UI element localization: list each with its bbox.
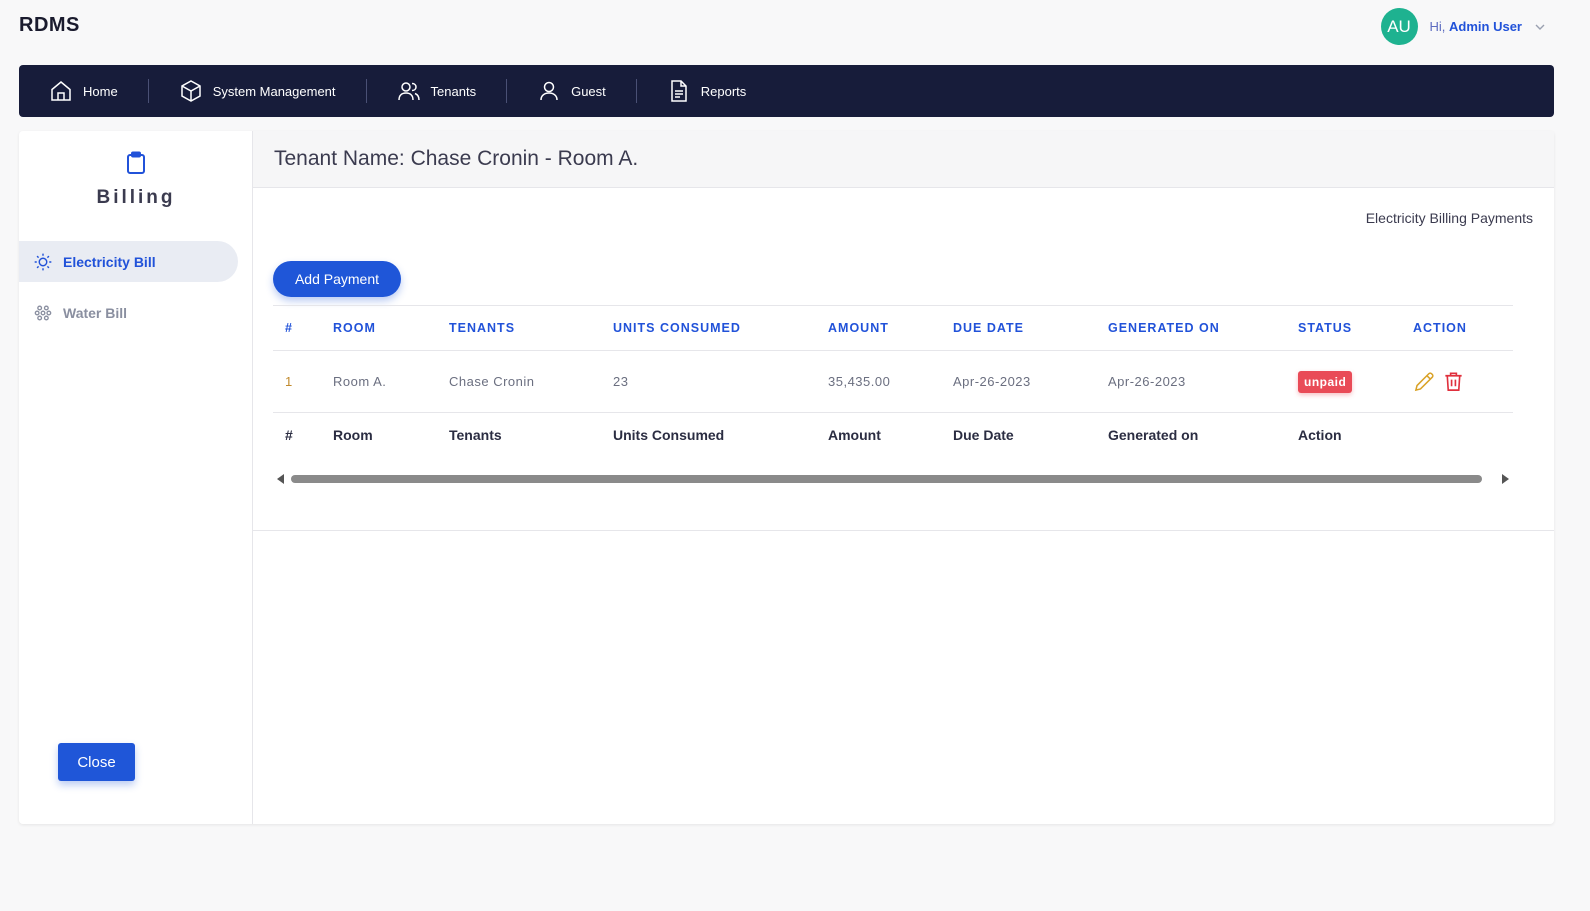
nav-divider bbox=[147, 79, 149, 103]
row-index: 1 bbox=[285, 374, 293, 389]
nav-home-label: Home bbox=[83, 83, 118, 99]
clipboard-icon bbox=[127, 151, 145, 174]
user-name: Admin User bbox=[1449, 19, 1522, 34]
cell-tenant: Chase Cronin bbox=[449, 374, 535, 389]
table-row: 1 Room A. Chase Cronin 23 35,435.00 Apr-… bbox=[273, 351, 1513, 413]
nav-system-management-label: System Management bbox=[212, 83, 336, 99]
sidebar-item-water-bill[interactable]: Water Bill bbox=[19, 292, 238, 333]
horizontal-scrollbar[interactable] bbox=[273, 471, 1513, 487]
users-icon bbox=[397, 82, 420, 101]
trash-icon[interactable] bbox=[1442, 370, 1465, 393]
pencil-icon[interactable] bbox=[1413, 370, 1436, 393]
cell-due-date: Apr-26-2023 bbox=[953, 374, 1031, 389]
column-header[interactable]: ACTION bbox=[1401, 306, 1513, 351]
column-header[interactable]: DUE DATE bbox=[941, 306, 1096, 351]
cell-room: Room A. bbox=[333, 374, 387, 389]
cell-status: unpaid bbox=[1286, 351, 1401, 413]
user-menu[interactable]: AU Hi, Admin User bbox=[1380, 8, 1546, 45]
document-icon bbox=[671, 80, 687, 102]
nav-tenants-label: Tenants bbox=[430, 83, 477, 99]
footer-header: Action bbox=[1298, 426, 1342, 443]
nav-reports-label: Reports bbox=[700, 83, 747, 99]
payments-table: # ROOM TENANTS UNITS CONSUMED AMOUNT DUE… bbox=[273, 305, 1513, 457]
sidebar-item-label: Electricity Bill bbox=[63, 253, 156, 270]
footer-header: Units Consumed bbox=[613, 426, 725, 443]
column-header[interactable]: AMOUNT bbox=[816, 306, 941, 351]
user-greeting[interactable]: Hi, Admin User bbox=[1430, 19, 1522, 34]
cell-action bbox=[1401, 351, 1513, 413]
column-header[interactable]: STATUS bbox=[1286, 306, 1401, 351]
column-header[interactable]: GENERATED ON bbox=[1096, 306, 1286, 351]
footer-header: Due Date bbox=[953, 426, 1014, 443]
sidebar-title: Billing bbox=[96, 187, 176, 208]
table-footer-row: # Room Tenants Units Consumed Amount Due… bbox=[273, 413, 1513, 457]
nav-system-management[interactable]: System Management bbox=[179, 65, 336, 117]
cube-icon bbox=[180, 80, 201, 102]
footer-header: Amount bbox=[828, 426, 881, 443]
nav-reports[interactable]: Reports bbox=[667, 65, 747, 117]
avatar[interactable]: AU bbox=[1380, 8, 1418, 45]
billing-card: Billing Electricity Bill Water Bill Clos… bbox=[19, 131, 1554, 824]
column-header[interactable]: ROOM bbox=[321, 306, 437, 351]
column-header[interactable]: TENANTS bbox=[437, 306, 601, 351]
footer-header-empty bbox=[1401, 413, 1513, 457]
user-icon bbox=[540, 81, 558, 101]
payments-panel: Tenant Name: Chase Cronin - Room A. Elec… bbox=[253, 131, 1554, 531]
footer-header: Room bbox=[333, 426, 373, 443]
cell-amount: 35,435.00 bbox=[828, 374, 891, 389]
sun-icon bbox=[34, 253, 52, 270]
nav-divider bbox=[506, 79, 508, 103]
home-icon bbox=[51, 81, 71, 101]
footer-header: Generated on bbox=[1108, 426, 1199, 443]
column-header[interactable]: UNITS CONSUMED bbox=[601, 306, 816, 351]
nav-guest[interactable]: Guest bbox=[537, 65, 606, 117]
chevron-down-icon[interactable] bbox=[1534, 21, 1546, 33]
billing-sidebar: Billing Electricity Bill Water Bill Clos… bbox=[19, 131, 253, 824]
column-header[interactable]: # bbox=[273, 306, 321, 351]
nav-guest-label: Guest bbox=[571, 83, 606, 99]
panel-header: Tenant Name: Chase Cronin - Room A. bbox=[253, 131, 1554, 188]
footer-header: # bbox=[285, 426, 293, 443]
nav-tenants[interactable]: Tenants bbox=[397, 65, 477, 117]
cell-units: 23 bbox=[613, 374, 629, 389]
scroll-right-icon[interactable] bbox=[1502, 474, 1509, 484]
greeting-text: Hi, bbox=[1429, 19, 1446, 34]
status-badge: unpaid bbox=[1298, 370, 1353, 393]
scrollbar-thumb[interactable] bbox=[291, 475, 1482, 483]
close-button[interactable]: Close bbox=[58, 743, 135, 781]
sidebar-item-label: Water Bill bbox=[63, 304, 128, 321]
table-header-row: # ROOM TENANTS UNITS CONSUMED AMOUNT DUE… bbox=[273, 305, 1513, 351]
sidebar-item-electricity-bill[interactable]: Electricity Bill bbox=[19, 241, 238, 282]
nav-home[interactable]: Home bbox=[49, 65, 118, 117]
scroll-left-icon[interactable] bbox=[277, 474, 284, 484]
water-icon bbox=[34, 304, 52, 321]
add-payment-button[interactable]: Add Payment bbox=[273, 261, 401, 297]
app-brand: RDMS bbox=[19, 14, 80, 36]
footer-header: Tenants bbox=[449, 426, 502, 443]
nav-divider bbox=[365, 79, 367, 103]
cell-generated-on: Apr-26-2023 bbox=[1108, 374, 1186, 389]
panel-subtitle: Electricity Billing Payments bbox=[1365, 210, 1533, 226]
main-navbar: Home System Management Tenants Guest Rep… bbox=[19, 65, 1554, 117]
nav-divider bbox=[635, 79, 637, 103]
